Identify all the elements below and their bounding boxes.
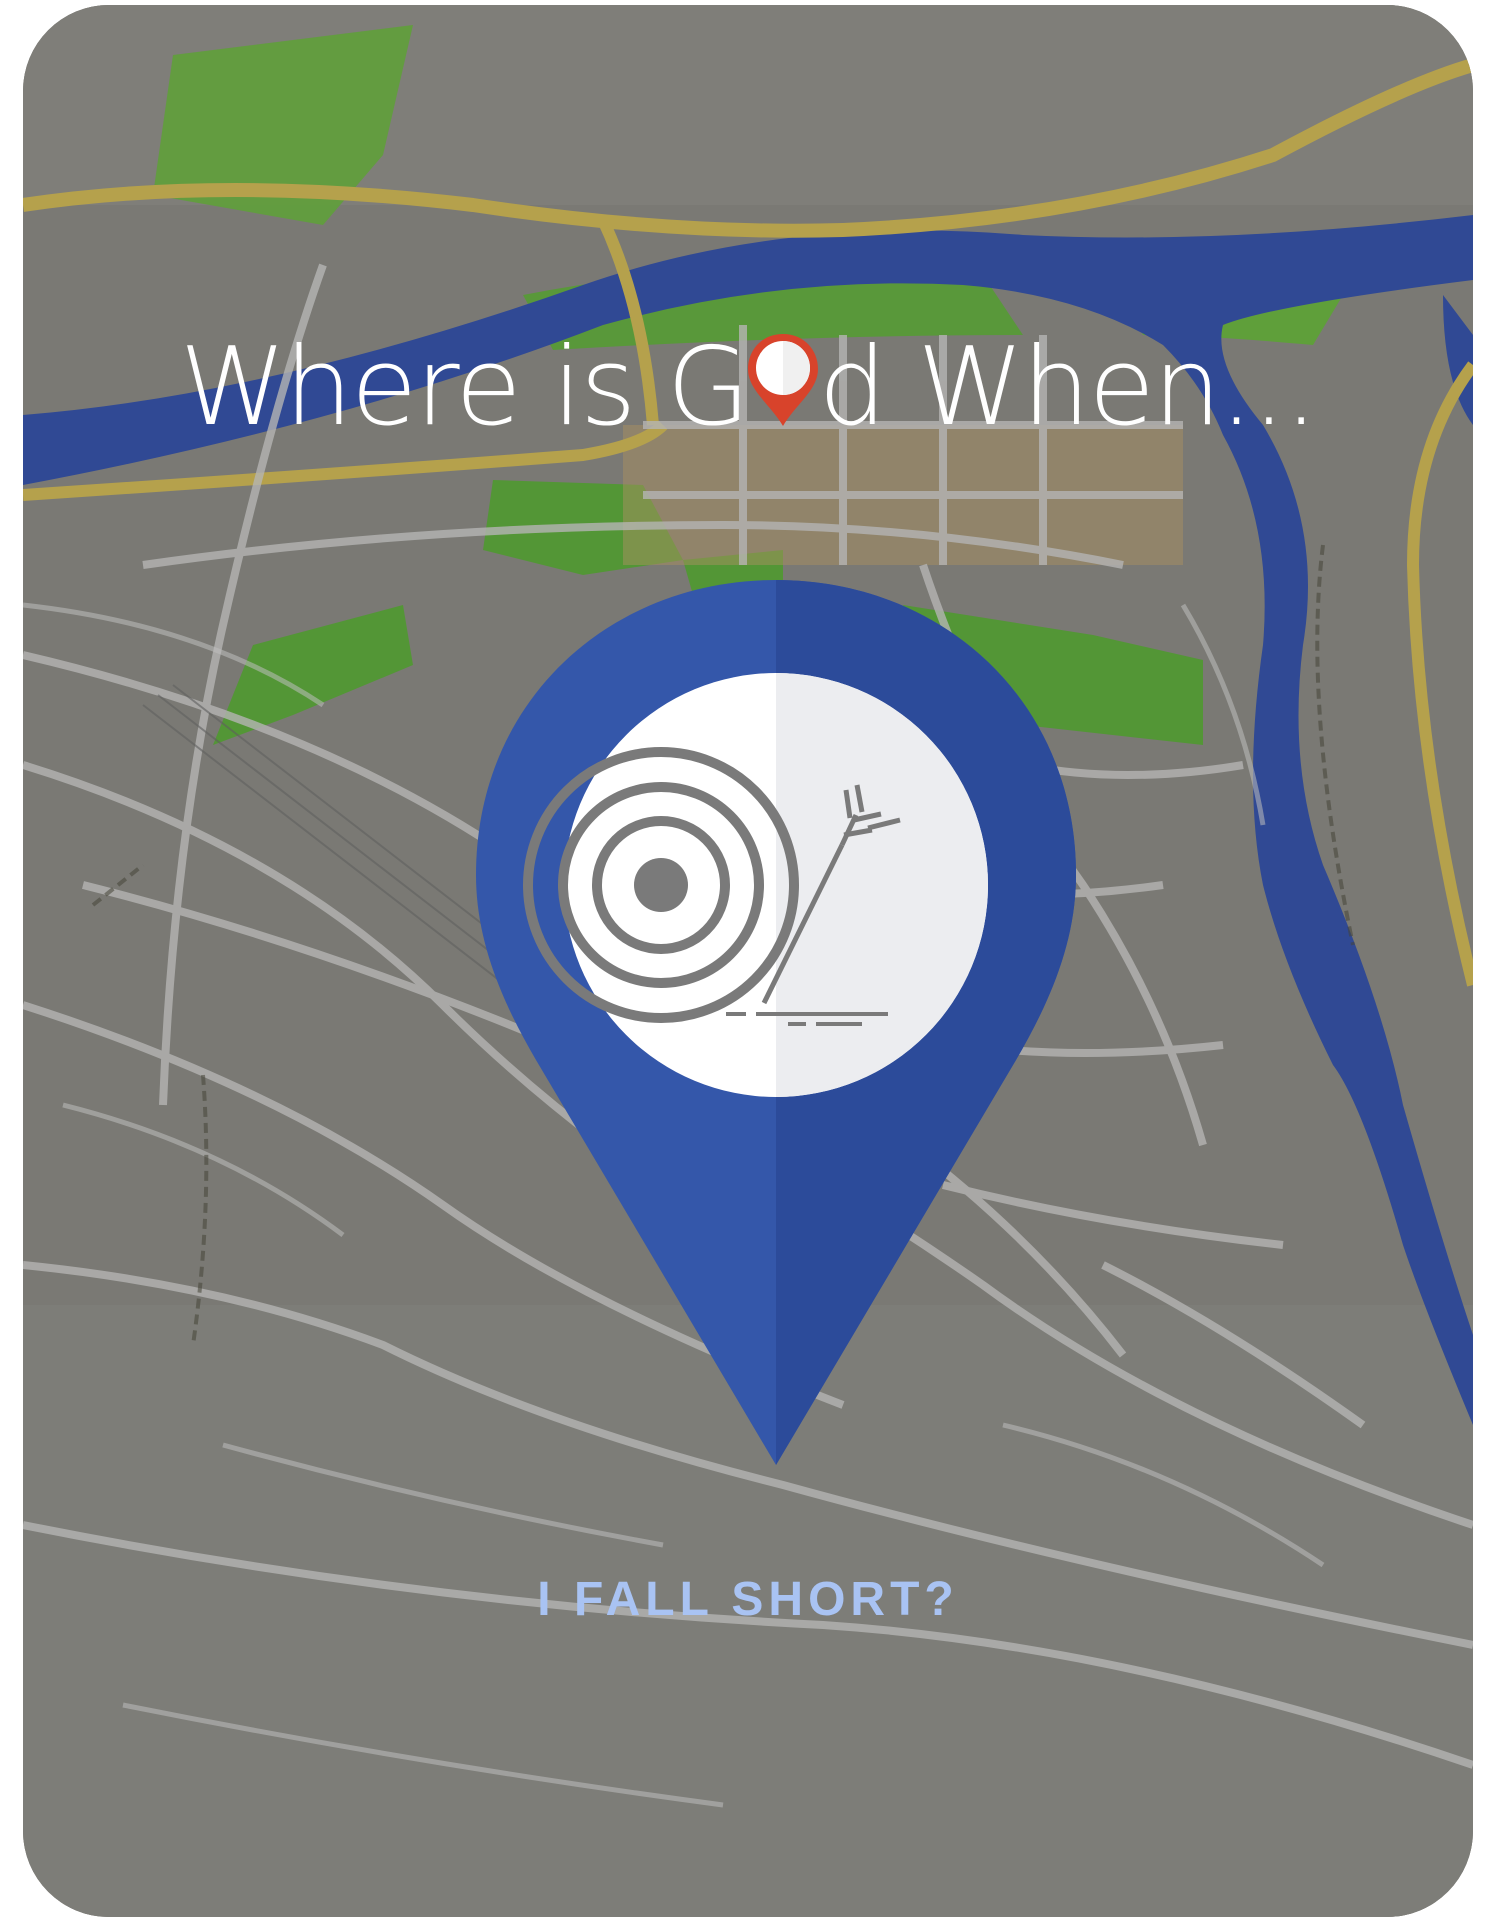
subheadline: I FALL SHORT? <box>537 1573 959 1626</box>
headline: Where is G d When... <box>23 323 1473 453</box>
headline-part-2: d When... <box>818 325 1318 450</box>
promo-card: Where is G d When... I FALL SHORT? <box>23 5 1473 1917</box>
location-pin-icon <box>476 580 1076 1465</box>
headline-part-1: Where is G <box>179 325 751 450</box>
map-marker-pin-icon <box>748 334 819 426</box>
